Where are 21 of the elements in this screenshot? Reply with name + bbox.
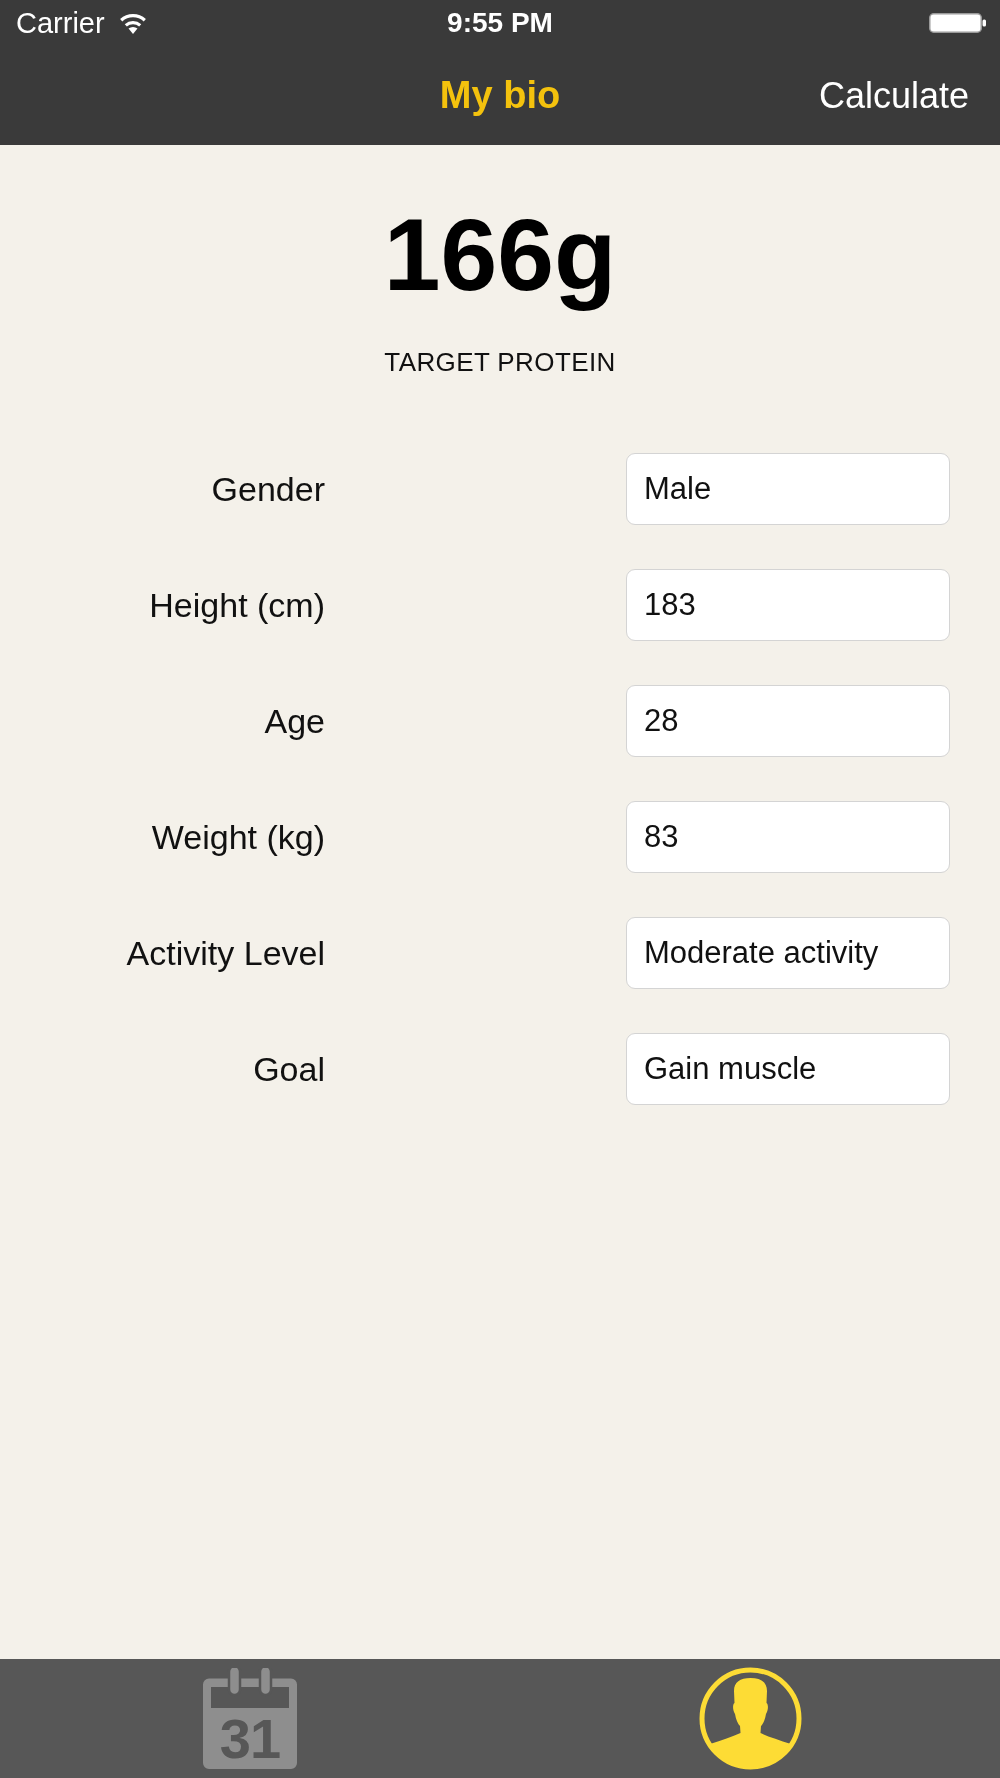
field-label: Weight (kg) (150, 817, 325, 857)
screen-title: My bio (439, 74, 561, 117)
field-label: Height (cm) (148, 585, 325, 625)
input-field[interactable]: Moderate activity (626, 917, 950, 989)
protein-amount: 166g (383, 197, 617, 314)
carrier-label: Carrier (16, 6, 105, 40)
wifi-icon (118, 12, 147, 34)
clock-time: 9:55 PM (447, 7, 553, 39)
battery-icon (929, 13, 986, 33)
person-icon[interactable] (698, 1667, 802, 1770)
field-label: Activity Level (125, 933, 325, 973)
input-field[interactable]: 83 (626, 801, 950, 873)
protein-label: TARGET PROTEIN (384, 347, 616, 377)
field-label: Goal (252, 1049, 325, 1089)
input-field[interactable]: 183 (626, 569, 950, 641)
field-label: Age (263, 701, 325, 741)
calculate-button[interactable]: Calculate (818, 74, 969, 117)
input-field[interactable]: Male (626, 453, 950, 525)
input-field[interactable]: 28 (626, 685, 950, 757)
input-field[interactable]: Gain muscle (626, 1033, 950, 1105)
field-label: Gender (210, 469, 325, 509)
